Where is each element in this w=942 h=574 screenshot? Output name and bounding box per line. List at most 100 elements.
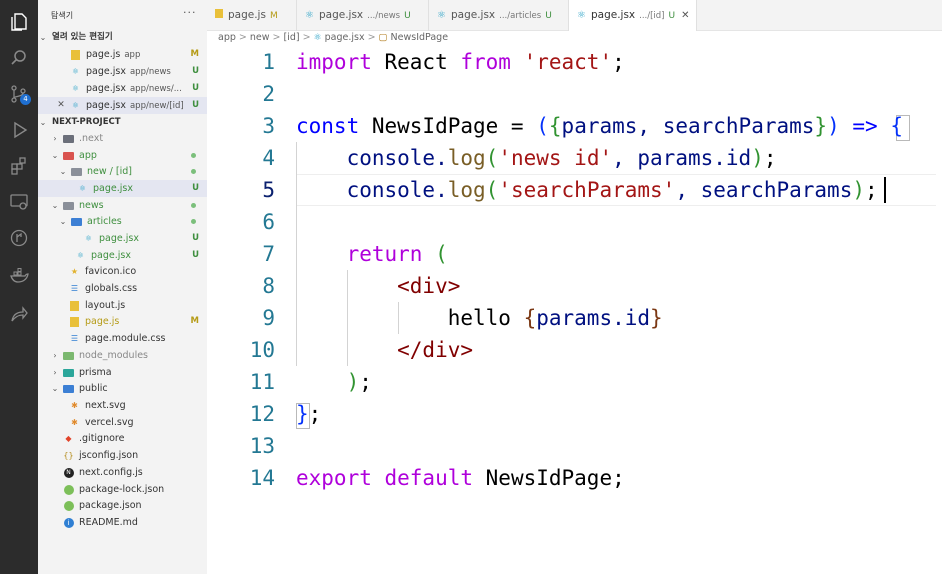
tree-label: page.jsx xyxy=(99,233,139,244)
git-icon: ◆ xyxy=(65,434,72,443)
open-editor-desc: app xyxy=(124,50,141,60)
tree-folder-new-id[interactable]: ⌄ new / [id] xyxy=(38,163,207,180)
open-editors-header[interactable]: ⌄ 열려 있는 편집기 xyxy=(38,29,207,46)
tree-file[interactable]: package-lock.json xyxy=(38,481,207,498)
open-editor-item[interactable]: page.js app M xyxy=(38,46,207,63)
status-badge: U xyxy=(192,250,199,260)
source-control-icon[interactable]: 4 xyxy=(0,76,38,112)
explorer-icon[interactable] xyxy=(0,4,38,40)
line-number: 4 xyxy=(262,146,275,170)
folder-icon xyxy=(63,350,74,361)
tree-file[interactable]: page.js M xyxy=(38,313,207,330)
tree-label: news xyxy=(79,200,104,211)
css-icon: ☰ xyxy=(70,284,79,293)
line-number: 7 xyxy=(262,242,275,266)
tree-file[interactable]: ⚛ page.jsx U xyxy=(38,247,207,264)
react-icon: ⚛ xyxy=(71,101,80,110)
tab-id-page-active[interactable]: ⚛ page.jsx .../[id] U ✕ xyxy=(569,0,697,31)
breadcrumb-item[interactable]: [id] xyxy=(283,32,299,43)
tree-folder-prisma[interactable]: › prisma xyxy=(38,364,207,381)
tree-folder-articles[interactable]: ⌄ articles xyxy=(38,213,207,230)
project-title: NEXT-PROJECT xyxy=(52,117,121,127)
breadcrumb-item[interactable]: new xyxy=(250,32,270,43)
extensions-icon[interactable] xyxy=(0,148,38,184)
tree-folder-node-modules[interactable]: › node_modules xyxy=(38,347,207,364)
open-editor-desc: app/new/[id] xyxy=(129,101,184,111)
line-number: 3 xyxy=(262,114,275,138)
tree-file[interactable]: package.json xyxy=(38,497,207,514)
breadcrumb-item[interactable]: NewsIdPage xyxy=(391,32,449,43)
code-line: hello {params.id} xyxy=(296,306,663,330)
tree-file[interactable]: ☰ page.module.css xyxy=(38,330,207,347)
tree-folder-next[interactable]: › .next xyxy=(38,130,207,147)
tab-status: U xyxy=(545,11,552,21)
tree-file[interactable]: ☰ globals.css xyxy=(38,280,207,297)
breadcrumb-item[interactable]: page.jsx xyxy=(325,32,365,43)
project-header[interactable]: ⌄ NEXT-PROJECT xyxy=(38,114,207,131)
tree-file-selected[interactable]: ⚛ page.jsx U xyxy=(38,180,207,197)
chevron-down-icon: ⌄ xyxy=(51,201,59,210)
tree-folder-news[interactable]: ⌄ news xyxy=(38,197,207,214)
favicon-icon: ★ xyxy=(70,267,79,276)
open-editor-name: page.jsx xyxy=(86,100,126,111)
react-icon: ⚛ xyxy=(84,234,93,243)
tree-file[interactable]: ✱ vercel.svg xyxy=(38,414,207,431)
tab-news-page[interactable]: ⚛ page.jsx .../news U xyxy=(297,0,429,31)
tree-file[interactable]: {} jsconfig.json xyxy=(38,447,207,464)
more-actions-icon[interactable]: ··· xyxy=(183,6,197,19)
tab-desc: .../[id] xyxy=(639,11,665,21)
folder-icon xyxy=(71,166,82,177)
line-number: 13 xyxy=(249,434,275,458)
css-icon: ☰ xyxy=(70,334,79,343)
tree-file[interactable]: ✱ next.svg xyxy=(38,397,207,414)
tree-file[interactable]: N next.config.js xyxy=(38,464,207,481)
folder-icon xyxy=(63,367,74,378)
tree-file[interactable]: i README.md xyxy=(38,514,207,531)
react-icon: ⚛ xyxy=(437,10,446,21)
tree-folder-app[interactable]: ⌄ app xyxy=(38,147,207,164)
docker-icon[interactable] xyxy=(0,258,38,294)
open-editors-title: 열려 있는 편집기 xyxy=(52,32,113,42)
tab-status: U xyxy=(668,11,676,21)
tree-file[interactable]: layout.js xyxy=(38,297,207,314)
open-editor-item[interactable]: ⚛ page.jsx app/news/... U xyxy=(38,80,207,97)
tab-page-js[interactable]: page.js M xyxy=(207,0,297,31)
open-editor-item[interactable]: ⚛ page.jsx app/news U xyxy=(38,63,207,80)
text-caret xyxy=(884,177,886,203)
search-icon[interactable] xyxy=(0,40,38,76)
react-icon: ⚛ xyxy=(305,10,314,21)
run-debug-icon[interactable] xyxy=(0,112,38,148)
tree-label: globals.css xyxy=(85,283,138,294)
tree-folder-public[interactable]: ⌄ public xyxy=(38,380,207,397)
tree-file[interactable]: ◆ .gitignore xyxy=(38,430,207,447)
symbol-icon: ▢ xyxy=(378,32,388,43)
line-number: 1 xyxy=(262,50,275,74)
line-number: 10 xyxy=(249,338,275,362)
tree-label: prisma xyxy=(79,367,112,378)
live-share-icon[interactable] xyxy=(0,296,38,332)
line-number: 5 xyxy=(262,178,275,202)
breadcrumb-item[interactable]: app xyxy=(218,32,236,43)
tab-label: page.js xyxy=(228,9,266,21)
tree-label: .next xyxy=(79,133,104,144)
close-icon[interactable]: ✕ xyxy=(681,10,689,21)
tab-articles-page[interactable]: ⚛ page.jsx .../articles U xyxy=(429,0,569,31)
close-icon[interactable]: ✕ xyxy=(56,97,66,114)
tree-file[interactable]: ★ favicon.ico xyxy=(38,263,207,280)
line-number: 2 xyxy=(262,82,275,106)
tree-file[interactable]: ⚛ page.jsx U xyxy=(38,230,207,247)
line-number: 6 xyxy=(262,210,275,234)
code-line: const NewsIdPage = ({params, searchParam… xyxy=(296,114,903,138)
status-badge: M xyxy=(190,49,199,59)
remote-explorer-icon[interactable] xyxy=(0,184,38,220)
git-graph-icon[interactable] xyxy=(0,220,38,256)
open-editor-name: page.jsx xyxy=(86,83,126,94)
chevron-down-icon: ⌄ xyxy=(59,167,67,176)
status-badge: U xyxy=(192,66,199,76)
code-editor[interactable]: 1 2 3 4 5 6 7 8 9 10 11 12 13 14 import … xyxy=(207,46,942,574)
tree-label: page.module.css xyxy=(85,333,166,344)
open-editor-item-active[interactable]: ✕ ⚛ page.jsx app/new/[id] U xyxy=(38,97,207,114)
status-dot xyxy=(191,169,196,174)
react-icon: ⚛ xyxy=(78,184,87,193)
line-number: 12 xyxy=(249,402,275,426)
